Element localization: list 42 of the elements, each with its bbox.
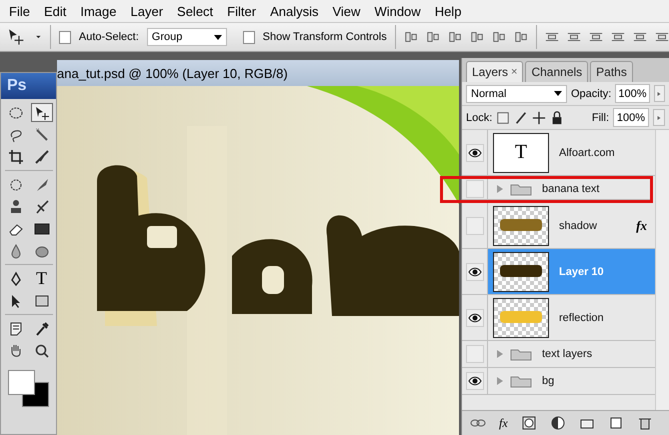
layer-thumbnail: T — [493, 132, 549, 172]
opacity-field[interactable]: 100% — [615, 84, 650, 103]
layer-row[interactable]: shadow fx — [462, 203, 655, 249]
effects-label: fx — [636, 218, 647, 234]
panel-tab[interactable]: Channels — [525, 61, 588, 82]
panel-tab[interactable]: Paths — [590, 61, 633, 82]
panel-tab[interactable]: Layers × — [466, 61, 524, 82]
menu-item[interactable]: Help — [428, 4, 468, 18]
menu-item[interactable]: Window — [367, 4, 428, 18]
layer-name: text layers — [542, 348, 592, 360]
fill-field[interactable]: 100% — [613, 108, 649, 127]
auto-select-label: Auto-Select: — [78, 31, 139, 43]
layer-name: banana text — [542, 183, 600, 195]
layer-row[interactable]: bg — [462, 368, 655, 395]
layer-row[interactable]: banana text — [462, 179, 650, 200]
menu-item[interactable]: File — [2, 4, 37, 18]
layer-name: reflection — [559, 312, 604, 324]
type-tool[interactable]: T — [36, 268, 47, 289]
auto-select-dropdown[interactable]: Group — [146, 28, 227, 46]
menu-item[interactable]: Layer — [124, 4, 170, 18]
layer-row[interactable]: reflection — [462, 295, 655, 341]
menu-item[interactable]: Edit — [36, 4, 74, 18]
layer-style-button[interactable]: fx — [499, 416, 508, 430]
layer-name: bg — [542, 375, 554, 387]
layer-name: shadow — [559, 220, 597, 232]
opacity-label: Opacity: — [570, 88, 612, 100]
layer-name: Alfoart.com — [559, 146, 615, 158]
menu-item[interactable]: Image — [73, 4, 124, 18]
layer-name: Layer 10 — [559, 266, 604, 278]
close-icon[interactable]: × — [511, 66, 518, 78]
document-tab[interactable]: ana_tut.psd @ 100% (Layer 10, RGB/8) — [57, 60, 459, 86]
lock-label: Lock: — [466, 112, 492, 124]
menu-item[interactable]: Select — [170, 4, 220, 18]
layer-row[interactable]: T Alfoart.com — [462, 130, 655, 176]
fill-label: Fill: — [592, 112, 609, 124]
blend-mode-dropdown[interactable]: Normal — [466, 84, 567, 102]
app-logo: Ps — [1, 73, 56, 99]
menu-item[interactable]: Analysis — [263, 4, 326, 18]
menu-item[interactable]: Filter — [220, 4, 264, 18]
menu-item[interactable]: View — [325, 4, 368, 18]
transform-label: Show Transform Controls — [262, 31, 387, 43]
layer-row[interactable]: text layers — [462, 341, 655, 368]
